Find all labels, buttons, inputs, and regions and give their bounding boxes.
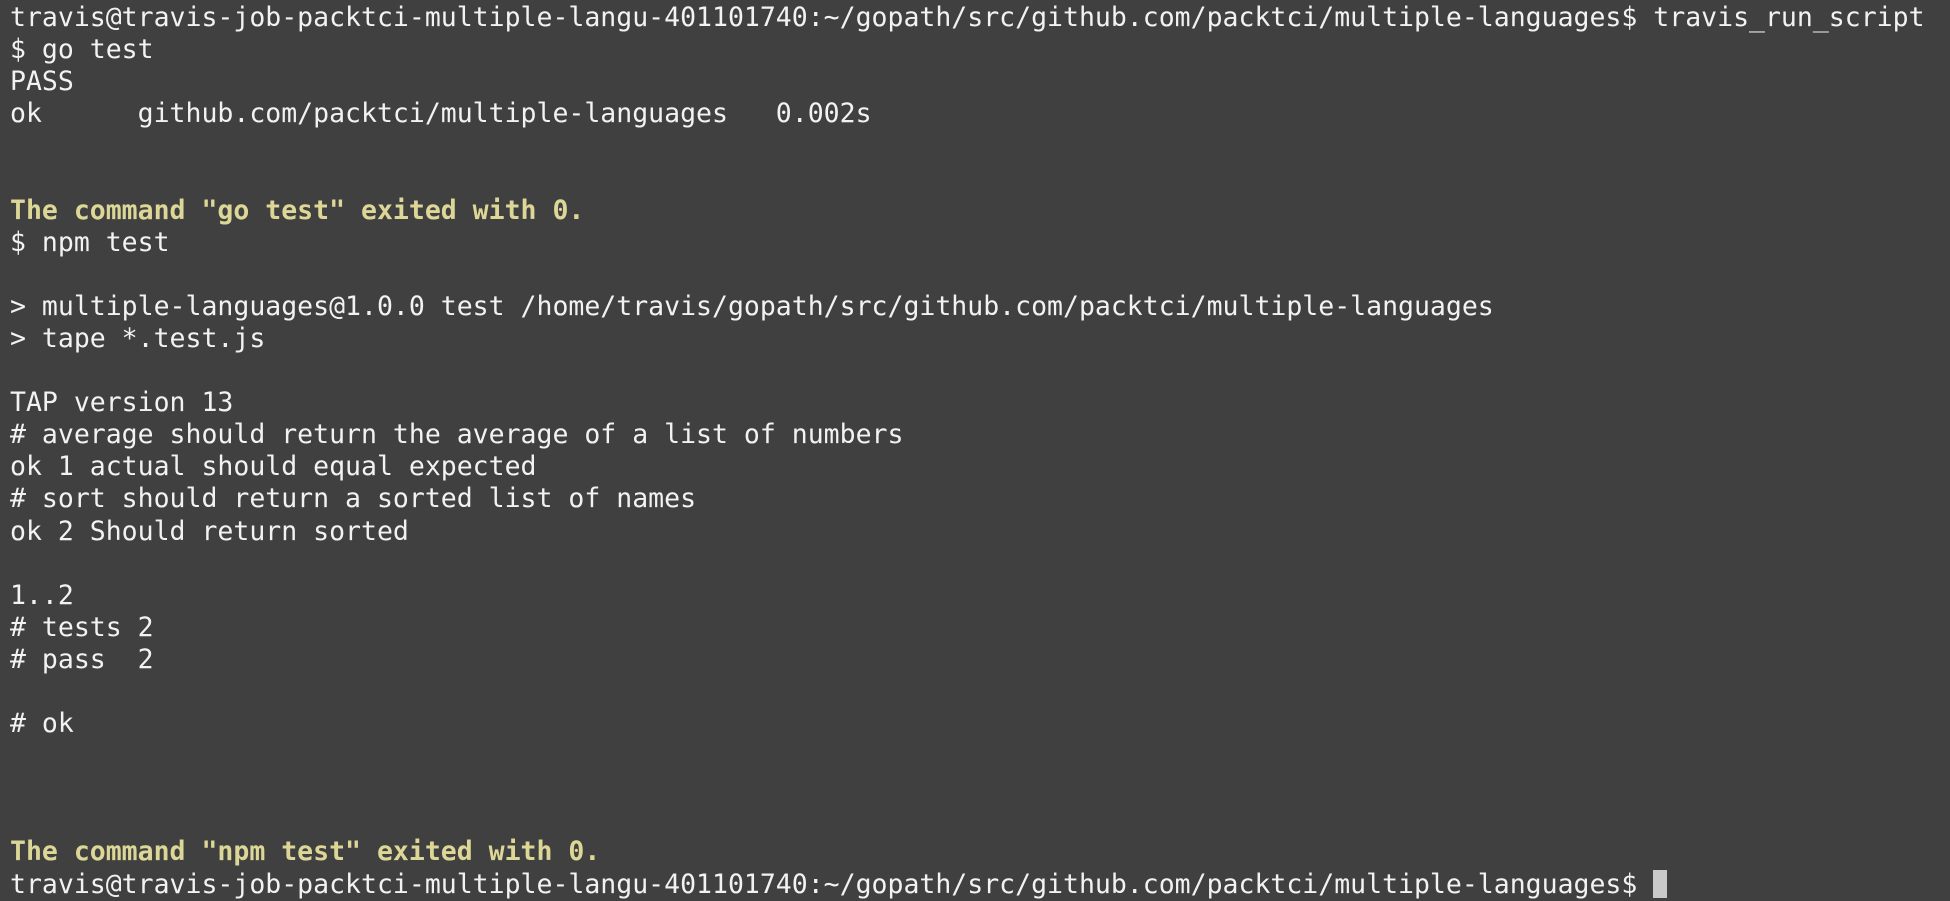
tap-result-1: ok 1 actual should equal expected: [10, 451, 537, 483]
tap-pass-count: # pass 2: [10, 643, 154, 675]
npm-script-info: > multiple-languages@1.0.0 test /home/tr…: [10, 290, 1494, 322]
tap-version: TAP version 13: [10, 387, 234, 419]
output-pass: PASS: [10, 66, 74, 98]
terminal-cursor[interactable]: [1653, 869, 1668, 898]
current-prompt: travis@travis-job-packtci-multiple-langu…: [10, 868, 1654, 900]
tap-tests-count: # tests 2: [10, 611, 154, 643]
npm-script-command: > tape *.test.js: [10, 322, 266, 354]
tap-result-2: ok 2 Should return sorted: [10, 515, 409, 547]
tap-comment-sort: # sort should return a sorted list of na…: [10, 483, 697, 515]
terminal-window[interactable]: travis@travis-job-packtci-multiple-langu…: [0, 0, 1950, 901]
current-prompt-line[interactable]: travis@travis-job-packtci-multiple-langu…: [10, 869, 1940, 901]
output-go-ok: ok github.com/packtci/multiple-languages…: [10, 98, 872, 130]
tap-plan: 1..2: [10, 579, 74, 611]
prompt-line-travis-run-script: travis@travis-job-packtci-multiple-langu…: [10, 2, 1925, 33]
go-test-exit-status: The command "go test" exited with 0.: [10, 194, 585, 226]
command-npm-test: $ npm test: [10, 226, 170, 258]
tap-ok: # ok: [10, 708, 74, 740]
npm-test-exit-status: The command "npm test" exited with 0.: [10, 836, 601, 868]
command-go-test: $ go test: [10, 34, 154, 66]
tap-comment-average: # average should return the average of a…: [10, 419, 904, 451]
